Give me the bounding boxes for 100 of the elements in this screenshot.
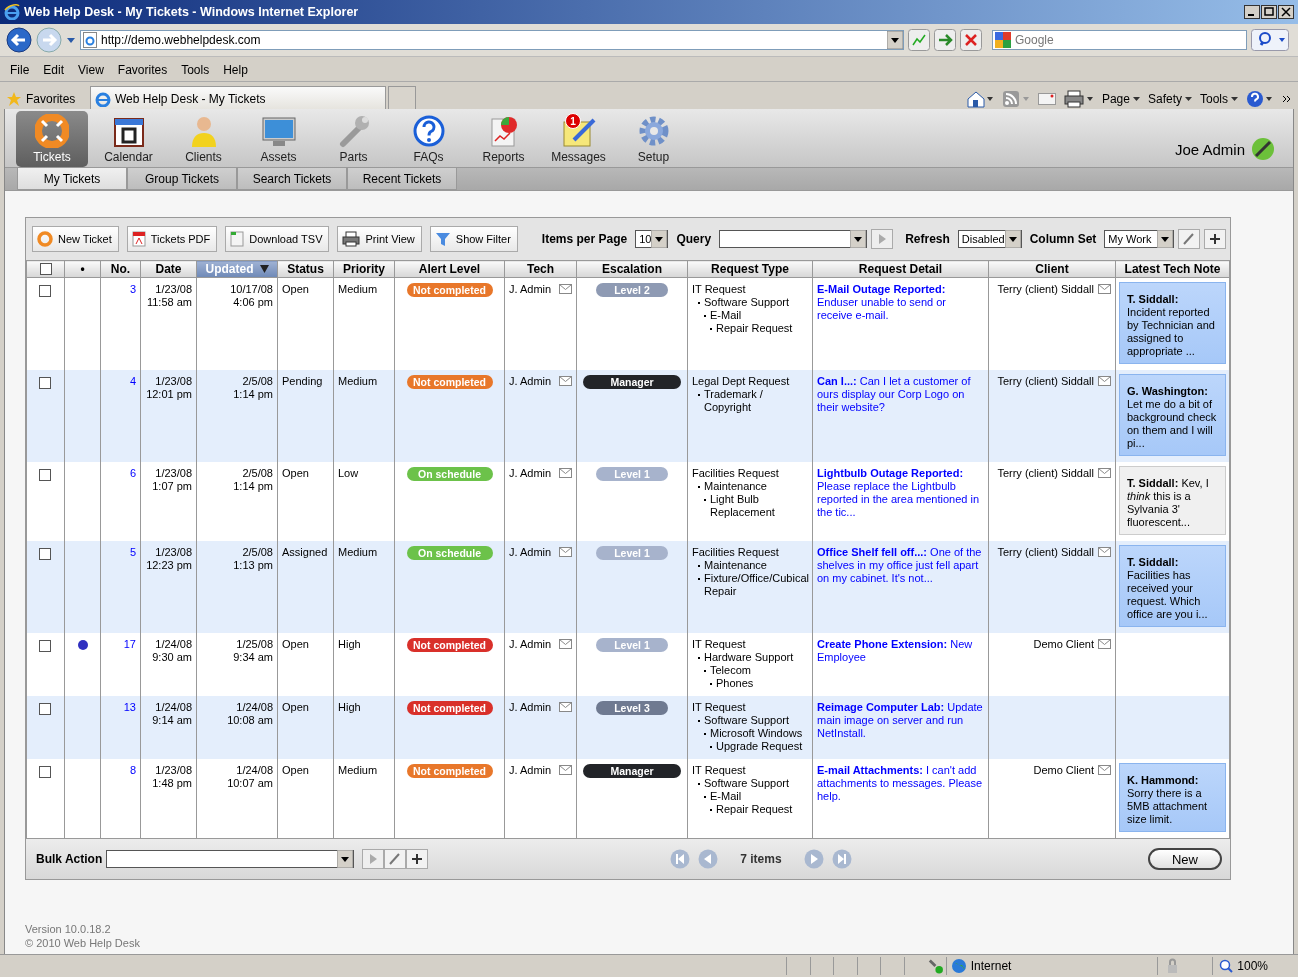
dropdown-arrow-icon[interactable] [887, 31, 903, 49]
toolbar-button[interactable]: Show Filter [429, 226, 518, 252]
toolbar-button[interactable]: New Ticket [32, 226, 119, 252]
dropdown-arrow-icon[interactable] [651, 230, 668, 248]
dropdown-arrow-icon[interactable] [337, 850, 354, 868]
mail-icon[interactable] [559, 547, 572, 557]
ticket-number-link[interactable]: 6 [129, 467, 136, 479]
minimize-icon[interactable] [1244, 5, 1260, 19]
toolbar-button[interactable]: Print View [337, 226, 422, 252]
mail-icon[interactable] [559, 376, 572, 386]
mail-icon[interactable] [559, 468, 572, 478]
favorites-button[interactable]: Favorites [6, 91, 90, 107]
dropdown-arrow-icon[interactable] [850, 230, 867, 248]
row-checkbox[interactable] [39, 766, 51, 778]
pencil-icon[interactable] [1178, 229, 1201, 249]
dropdown-arrow-icon[interactable] [1157, 230, 1174, 248]
printer-icon[interactable] [1063, 90, 1094, 108]
mail-icon[interactable] [559, 765, 572, 775]
menu-item[interactable]: Favorites [117, 63, 168, 77]
mail-icon[interactable] [1098, 765, 1111, 775]
request-detail-link[interactable]: E-mail Attachments: I can't add attachments to messages. Please help. [817, 764, 984, 803]
ticket-number-link[interactable]: 17 [123, 638, 136, 650]
caret-icon[interactable] [1132, 96, 1140, 102]
go-icon[interactable] [934, 29, 956, 51]
row-checkbox[interactable] [39, 703, 51, 715]
mail-icon[interactable] [559, 284, 572, 294]
request-detail-link[interactable]: E-Mail Outage Reported: Enduser unable to send or receive e-mail. [817, 283, 984, 322]
help-icon[interactable] [1246, 90, 1274, 108]
nav-item[interactable]: Setup [616, 109, 691, 167]
command-menu[interactable]: Page [1101, 92, 1140, 106]
ticket-number-link[interactable]: 8 [129, 764, 136, 776]
ticket-number-link[interactable]: 3 [129, 283, 136, 295]
refresh-select[interactable]: Disabled [957, 230, 1022, 248]
column-header[interactable]: • [80, 262, 85, 276]
command-menu[interactable]: Tools [1200, 92, 1238, 106]
home-icon[interactable] [965, 90, 994, 108]
menu-item[interactable]: View [78, 63, 104, 77]
nav-item[interactable]: Messages 1 [541, 109, 616, 167]
tab[interactable]: My Tickets [17, 168, 127, 190]
toolbar-button[interactable]: Tickets PDF [126, 226, 218, 252]
mail-icon[interactable] [559, 639, 572, 649]
nav-item[interactable]: Clients [166, 109, 241, 167]
tab[interactable]: Group Tickets [127, 168, 237, 190]
close-icon[interactable] [1278, 5, 1294, 19]
row-checkbox[interactable] [39, 377, 51, 389]
search-field[interactable]: Google [992, 30, 1247, 50]
select-all-checkbox[interactable] [39, 263, 52, 275]
new-button[interactable]: New [1148, 848, 1222, 870]
mail-icon[interactable] [1098, 376, 1111, 386]
menu-item[interactable]: Edit [43, 63, 65, 77]
ticket-number-link[interactable]: 13 [123, 701, 136, 713]
nav-item[interactable]: Tickets [16, 111, 88, 167]
menu-item[interactable]: Tools [181, 63, 210, 77]
menu-item[interactable]: File [10, 63, 30, 77]
request-detail-link[interactable]: Lightbulb Outage Reported: Please replace the Lightbulb reported in the area mentioned in the tic... [817, 467, 984, 519]
row-checkbox[interactable] [39, 640, 51, 652]
mail-icon[interactable] [1098, 284, 1111, 294]
search-icon[interactable] [1251, 29, 1289, 51]
plus-icon[interactable] [1204, 229, 1227, 249]
items-per-page-select[interactable]: 10 [635, 230, 669, 248]
plug-icon[interactable] [1251, 137, 1275, 161]
sort-arrow-icon[interactable] [259, 265, 269, 273]
feed-icon[interactable] [1001, 90, 1030, 108]
nav-item[interactable]: Parts [316, 109, 391, 167]
mail-icon[interactable] [1098, 468, 1111, 478]
zoom-level[interactable]: 100% [1237, 959, 1269, 973]
row-checkbox[interactable] [39, 469, 51, 481]
user-name[interactable]: Joe Admin [1174, 140, 1245, 158]
nav-item[interactable]: Assets [241, 109, 316, 167]
nav-item[interactable]: Calendar [91, 109, 166, 167]
menu-item[interactable]: Help [223, 63, 248, 77]
plus-icon[interactable] [406, 849, 429, 869]
tab[interactable]: Search Tickets [237, 168, 347, 190]
tab[interactable]: Recent Tickets [347, 168, 457, 190]
ticket-number-link[interactable]: 5 [129, 546, 136, 558]
mail-icon[interactable] [1098, 639, 1111, 649]
browser-tab[interactable]: Web Help Desk - My Tickets [90, 86, 386, 112]
maximize-icon[interactable] [1261, 5, 1277, 19]
row-checkbox[interactable] [39, 548, 51, 560]
caret-icon[interactable] [66, 36, 76, 44]
back-icon[interactable] [6, 27, 32, 53]
chevron-icon[interactable] [1282, 94, 1292, 104]
stop-icon[interactable] [960, 29, 982, 51]
toolbar-button[interactable]: Download TSV [225, 226, 330, 252]
command-menu[interactable]: Safety [1147, 92, 1192, 106]
zoom-icon[interactable] [1219, 959, 1234, 973]
caret-icon[interactable] [1185, 96, 1192, 102]
row-checkbox[interactable] [39, 285, 51, 297]
query-select[interactable] [719, 230, 868, 248]
mail-icon[interactable] [1098, 547, 1111, 557]
pencil-icon[interactable] [384, 849, 407, 869]
nav-item[interactable]: FAQs [391, 109, 466, 167]
mail-icon[interactable] [559, 702, 572, 712]
dropdown-arrow-icon[interactable] [1004, 230, 1021, 248]
bulk-action-select[interactable] [106, 850, 355, 868]
column-set-select[interactable]: My Work [1104, 230, 1175, 248]
caret-icon[interactable] [1231, 96, 1238, 102]
nav-item[interactable]: Reports [466, 109, 541, 167]
request-detail-link[interactable]: Create Phone Extension: New Employee [817, 638, 984, 664]
ticket-number-link[interactable]: 4 [129, 375, 136, 387]
